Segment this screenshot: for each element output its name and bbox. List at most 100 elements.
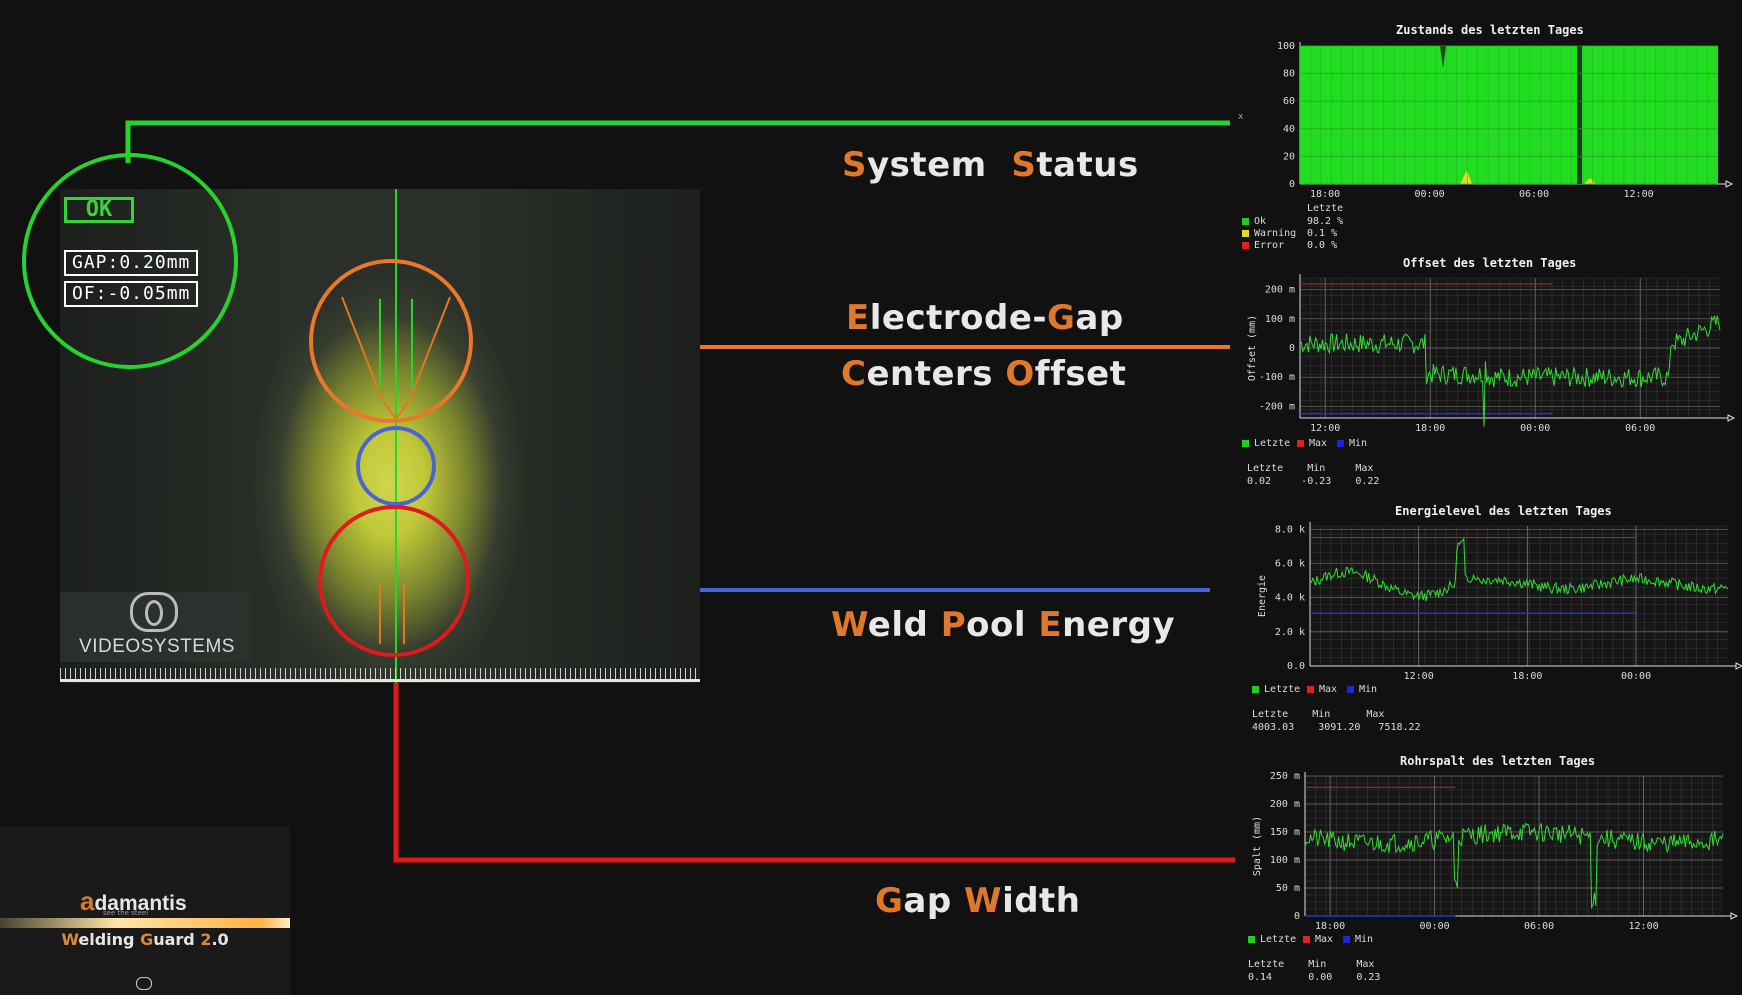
y-tick-label: 40 bbox=[1283, 124, 1295, 135]
legend-swatch bbox=[1347, 685, 1354, 693]
electrode-circle bbox=[309, 259, 473, 423]
y-tick-label: -200 m bbox=[1259, 401, 1295, 412]
y-tick-label: 100 m bbox=[1270, 855, 1300, 866]
legend-name: Letzte bbox=[1260, 934, 1297, 945]
ok-outage bbox=[1577, 46, 1582, 184]
brand-tagline: see the steel bbox=[103, 909, 149, 917]
legend-swatch bbox=[1248, 935, 1255, 943]
product-name: Welding Guard 2.0 bbox=[61, 930, 229, 949]
y-tick-label: 100 m bbox=[1265, 314, 1295, 325]
x-tick-label: 18:00 bbox=[1415, 423, 1445, 434]
x-tick-label: 06:00 bbox=[1519, 189, 1549, 200]
y-tick-label: 0 bbox=[1289, 179, 1295, 190]
status-chart: Zustands des letzten Tages 0 20 40 60 80 100 1… bbox=[1235, 18, 1735, 253]
y-tick-label: 0 bbox=[1289, 343, 1295, 354]
legend-name: Error bbox=[1254, 240, 1285, 251]
legend-swatch bbox=[1242, 217, 1249, 225]
videosystems-logo-text: VIDEOSYSTEMS bbox=[79, 636, 235, 657]
videosystems-logo-icon bbox=[130, 592, 178, 632]
legend-name: Min bbox=[1349, 438, 1368, 449]
scale-ruler bbox=[60, 668, 700, 682]
legend-swatch bbox=[1242, 439, 1249, 447]
energy-chart: Energielevel des letzten Tages 0.0 2.0 k4… bbox=[1235, 500, 1742, 735]
x-tick-label: 00:00 bbox=[1420, 921, 1450, 932]
legend-swatch bbox=[1343, 935, 1350, 943]
status-badge: OK bbox=[64, 197, 134, 223]
legend-item: Letzte bbox=[1248, 934, 1296, 945]
legend-item: Ok 98.2 % bbox=[1242, 216, 1343, 227]
y-tick-label: -100 m bbox=[1259, 372, 1295, 383]
legend-item: Min bbox=[1347, 684, 1377, 695]
legend-name: Min bbox=[1355, 934, 1374, 945]
legend-name: Letzte bbox=[1254, 438, 1291, 449]
y-tick-label: 6.0 k bbox=[1275, 559, 1305, 570]
y-tick-label: 0 bbox=[1294, 911, 1300, 922]
x-tick-label: 12:00 bbox=[1629, 921, 1659, 932]
x-tick-label: 12:00 bbox=[1310, 423, 1340, 434]
legend-name: Max bbox=[1319, 684, 1338, 695]
gap-chart: Rohrspalt des letzten Tages 0 50 m 100 m 15… bbox=[1235, 750, 1740, 990]
legend-swatch bbox=[1337, 439, 1344, 447]
gap-readout: GAP:0.20mm bbox=[64, 250, 199, 276]
legend-item: Warning 0.1 % bbox=[1242, 228, 1337, 239]
legend-swatch bbox=[1307, 685, 1314, 693]
y-tick-label: 150 m bbox=[1270, 827, 1300, 838]
legend-name: Warning bbox=[1254, 228, 1297, 239]
legend-item: Min bbox=[1343, 934, 1373, 945]
legend-name: Min bbox=[1359, 684, 1378, 695]
y-tick-label: 200 m bbox=[1270, 799, 1300, 810]
legend-item: Letzte bbox=[1252, 684, 1300, 695]
brand-small-icon bbox=[136, 977, 152, 990]
y-tick-label: 250 m bbox=[1270, 771, 1300, 782]
x-axis-arrow bbox=[1730, 912, 1739, 920]
label-system-status: System Status bbox=[842, 145, 1139, 185]
x-axis-arrow bbox=[1725, 180, 1734, 188]
offset-chart: Offset des letzten Tages -200 m -100 m 0 10… bbox=[1235, 252, 1736, 492]
legend-name: Max bbox=[1315, 934, 1334, 945]
x-tick-label: 18:00 bbox=[1310, 189, 1340, 200]
label-gap-width: Gap Width bbox=[875, 881, 1081, 921]
y-tick-label: 4.0 k bbox=[1275, 593, 1305, 604]
x-axis-arrow bbox=[1727, 414, 1736, 422]
label-centers-offset: Centers Offset bbox=[841, 354, 1127, 394]
label-electrode-gap: Electrode-Gap bbox=[846, 298, 1124, 338]
x-tick-label: 06:00 bbox=[1625, 423, 1655, 434]
legend-item: Min bbox=[1337, 438, 1367, 449]
offset-stats: Letzte Min Max 0.02 -0.23 0.22 bbox=[1247, 463, 1380, 487]
x-tick-label: 00:00 bbox=[1520, 423, 1550, 434]
y-tick-label: 2.0 k bbox=[1275, 627, 1305, 638]
offset-readout: OF:-0.05mm bbox=[64, 281, 199, 307]
x-tick-label: 18:00 bbox=[1315, 921, 1345, 932]
legend-swatch bbox=[1303, 935, 1310, 943]
legend-swatch bbox=[1252, 685, 1259, 693]
legend-swatch bbox=[1242, 241, 1249, 249]
status-chart-svg: 0 20 40 60 80 100 18:00 00:00 06:00 12:00 bbox=[1277, 41, 1734, 200]
legend-swatch bbox=[1297, 439, 1304, 447]
legend-item: Error 0.0 % bbox=[1242, 240, 1337, 251]
offset-chart-svg: -200 m -100 m 0 100 m 200 m 12:00 18:00 00:00 06… bbox=[1247, 274, 1736, 434]
y-axis-label: Spalt (mm) bbox=[1252, 816, 1263, 876]
legend-value: 0.0 % bbox=[1307, 240, 1338, 251]
legend-name: Max bbox=[1309, 438, 1328, 449]
gap-circle bbox=[318, 505, 470, 657]
y-tick-label: 100 bbox=[1277, 41, 1295, 52]
legend-item: Max bbox=[1303, 934, 1333, 945]
label-weld-pool-energy: Weld Pool Energy bbox=[831, 605, 1176, 645]
y-tick-label: 200 m bbox=[1265, 285, 1295, 296]
y-tick-label: 80 bbox=[1283, 69, 1295, 80]
gap-chart-svg: 0 50 m 100 m 150 m 200 m 250 m 18:00 00:00 06:00… bbox=[1252, 771, 1739, 932]
y-tick-label: 60 bbox=[1283, 96, 1295, 107]
legend-name: Ok bbox=[1254, 216, 1267, 227]
legend-value: 0.1 % bbox=[1307, 228, 1338, 239]
x-tick-label: 06:00 bbox=[1524, 921, 1554, 932]
brand-light-streak bbox=[0, 918, 290, 928]
y-tick-label: 0.0 bbox=[1287, 661, 1305, 672]
x-tick-label: 12:00 bbox=[1624, 189, 1654, 200]
legend-name: Letzte bbox=[1264, 684, 1301, 695]
y-axis-label: Offset (mm) bbox=[1247, 315, 1258, 381]
weld-pool-circle bbox=[356, 426, 436, 506]
energy-chart-svg: 0.0 2.0 k 4.0 k 6.0 k 8.0 k 12:00 18:00 00:00 En… bbox=[1257, 522, 1742, 682]
y-axis-label: Energie bbox=[1257, 575, 1268, 617]
energy-stats: Letzte Min Max 4003.03 3091.20 7518.22 bbox=[1252, 709, 1421, 733]
legend-value: 98.2 % bbox=[1307, 216, 1344, 227]
